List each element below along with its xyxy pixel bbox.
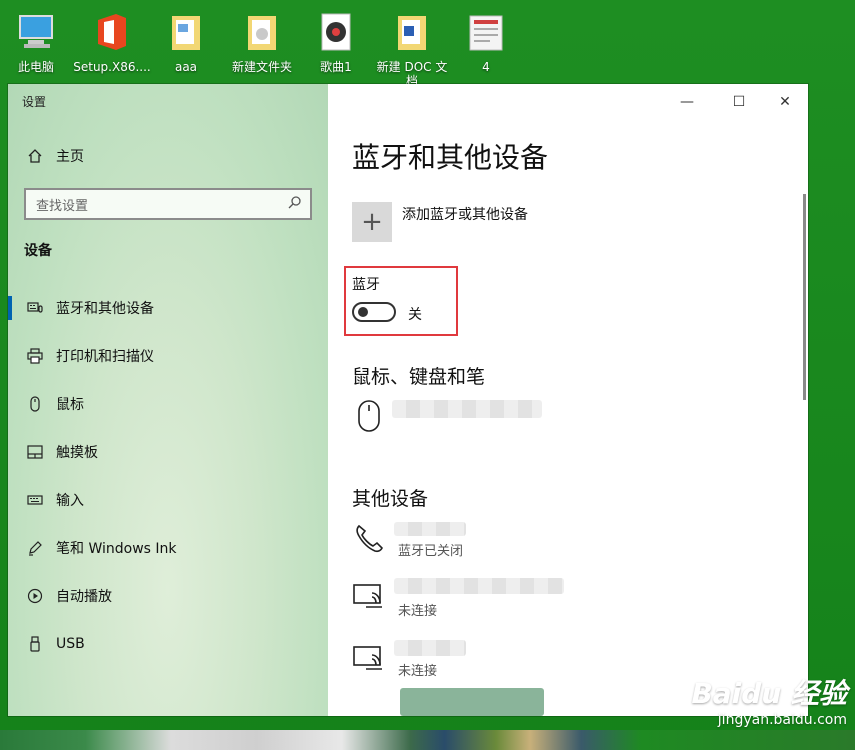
mouse-section-title: 鼠标、键盘和笔 [352, 366, 486, 388]
desktop-icon-label: 4 [482, 60, 490, 74]
watermark-url: jingyan.baidu.com [717, 712, 847, 728]
desktop-icon-label: 新建文件夹 [231, 60, 292, 74]
computer-icon [14, 10, 58, 54]
plus-icon: + [361, 207, 383, 237]
bluetooth-toggle[interactable] [352, 302, 396, 322]
sidebar-item-usb[interactable]: USB [8, 624, 328, 664]
active-indicator [8, 296, 12, 320]
sidebar-item-pen[interactable]: 笔和 Windows Ink [8, 528, 328, 568]
keyboard-icon [26, 491, 44, 509]
display-device-icon [352, 578, 386, 614]
desktop-icon-new-doc[interactable]: 新建 DOC 文档 [372, 6, 452, 88]
add-device-button[interactable]: + [352, 202, 392, 242]
page-title: 蓝牙和其他设备 [352, 141, 549, 174]
sidebar-item-label: 自动播放 [56, 589, 112, 605]
sidebar-item-label: 鼠标 [56, 397, 84, 413]
desktop-icon-label: Setup.X86.... [73, 60, 151, 74]
sidebar-item-autoplay[interactable]: 自动播放 [8, 576, 328, 616]
display-device-icon [352, 640, 386, 676]
search-icon [288, 195, 302, 213]
desktop-icon-song[interactable]: 歌曲1 [296, 6, 376, 74]
sidebar-item-label: 蓝牙和其他设备 [56, 301, 154, 317]
desktop-icon-4[interactable]: 4 [446, 6, 526, 74]
redacted-device-name [394, 578, 564, 594]
maximize-button[interactable]: ☐ [716, 90, 762, 114]
sidebar-item-label: 主页 [56, 149, 84, 165]
taskbar [0, 730, 855, 750]
device-status: 蓝牙已关闭 [398, 544, 464, 559]
other-devices-section-title: 其他设备 [352, 488, 429, 510]
settings-sidebar: 设置 主页 查找设置 设备 蓝牙和其他设备 打印机和扫描仪 鼠标 触摸板 输入 … [8, 84, 328, 716]
device-status: 未连接 [398, 664, 438, 679]
settings-window: 设置 主页 查找设置 设备 蓝牙和其他设备 打印机和扫描仪 鼠标 触摸板 输入 … [8, 84, 808, 716]
app-title: 设置 [22, 95, 47, 109]
desktop-icon-label: aaa [174, 60, 198, 74]
bluetooth-state-label: 关 [408, 307, 422, 323]
sidebar-item-label: 笔和 Windows Ink [56, 541, 177, 557]
sidebar-item-typing[interactable]: 输入 [8, 480, 328, 520]
sidebar-item-label: 输入 [56, 493, 84, 509]
desktop-icon-setup[interactable]: Setup.X86.... [72, 6, 152, 74]
minimize-button[interactable]: — [664, 90, 710, 114]
sidebar-item-bluetooth[interactable]: 蓝牙和其他设备 [8, 288, 328, 328]
desktop-icon-label: 歌曲1 [320, 60, 352, 74]
add-device-label[interactable]: 添加蓝牙或其他设备 [402, 204, 528, 224]
image-file-icon [464, 10, 508, 54]
redacted-device-name [394, 640, 466, 656]
mouse-icon [352, 398, 386, 434]
music-icon [314, 10, 358, 54]
desktop: 此电脑 Setup.X86.... aaa 新建文件夹 歌曲1 新建 DOC 文… [0, 0, 855, 750]
mouse-icon [26, 395, 44, 413]
pen-icon [26, 539, 44, 557]
word-doc-icon [390, 10, 434, 54]
redacted-device-name [392, 400, 542, 418]
bluetooth-label: 蓝牙 [352, 277, 380, 293]
sidebar-item-label: 触摸板 [56, 445, 98, 461]
watermark-brand: Baidu 经验 [691, 677, 847, 710]
sidebar-item-label: 打印机和扫描仪 [56, 349, 154, 365]
office-icon [90, 10, 134, 54]
sidebar-item-label: USB [56, 636, 85, 652]
search-placeholder: 查找设置 [36, 198, 89, 214]
printer-icon [26, 347, 44, 365]
sidebar-item-touchpad[interactable]: 触摸板 [8, 432, 328, 472]
desktop-icon-label: 此电脑 [17, 60, 54, 74]
close-button[interactable]: ✕ [762, 90, 808, 114]
section-label-devices: 设备 [24, 243, 52, 259]
toggle-knob [358, 307, 368, 317]
device-status: 未连接 [398, 604, 438, 619]
usb-icon [26, 635, 44, 653]
scrollbar[interactable] [803, 194, 806, 400]
autoplay-icon [26, 587, 44, 605]
search-input[interactable]: 查找设置 [24, 188, 312, 220]
desktop-icon-this-pc[interactable]: 此电脑 [0, 6, 76, 74]
sidebar-item-printers[interactable]: 打印机和扫描仪 [8, 336, 328, 376]
sidebar-item-mouse[interactable]: 鼠标 [8, 384, 328, 424]
redacted-device-name [394, 522, 466, 536]
home-icon [26, 147, 44, 165]
keyboard-mouse-icon [26, 299, 44, 317]
desktop-icon-new-folder[interactable]: 新建文件夹 [222, 6, 302, 74]
settings-main-panel: — ☐ ✕ 蓝牙和其他设备 + 添加蓝牙或其他设备 蓝牙 关 鼠标、键盘和笔 其… [328, 84, 808, 716]
folder-icon [240, 10, 284, 54]
phone-icon [352, 520, 386, 556]
sidebar-item-home[interactable]: 主页 [8, 136, 328, 176]
desktop-icon-aaa[interactable]: aaa [146, 6, 226, 74]
redacted-device-row [400, 688, 544, 716]
folder-icon [164, 10, 208, 54]
touchpad-icon [26, 443, 44, 461]
watermark: Baidu 经验 jingyan.baidu.com [691, 672, 847, 728]
